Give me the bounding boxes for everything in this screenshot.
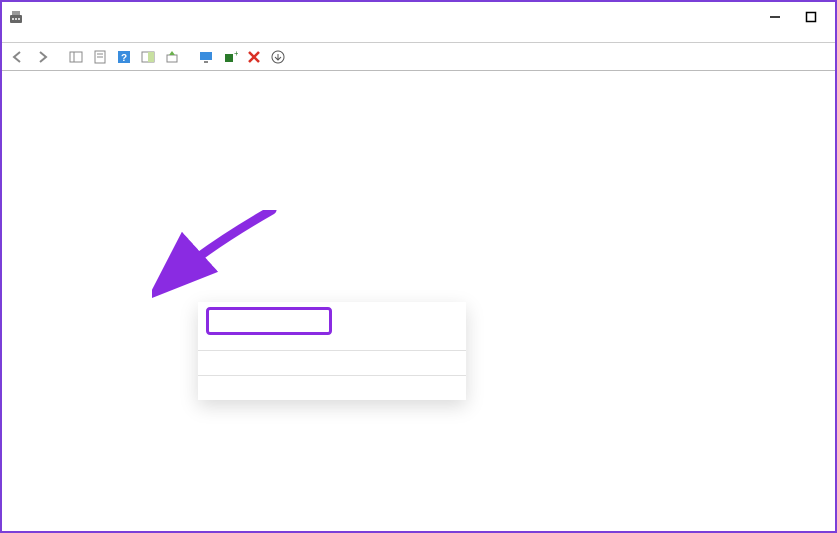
toolbar: ? + bbox=[2, 43, 835, 71]
properties-button[interactable] bbox=[90, 47, 110, 67]
menu-bar bbox=[2, 32, 835, 43]
action-button[interactable] bbox=[138, 47, 158, 67]
show-hide-tree-button[interactable] bbox=[66, 47, 86, 67]
maximize-button[interactable] bbox=[793, 3, 829, 31]
remove-button[interactable] bbox=[244, 47, 264, 67]
context-separator bbox=[198, 375, 466, 376]
forward-button[interactable] bbox=[32, 47, 52, 67]
back-button[interactable] bbox=[8, 47, 28, 67]
context-update-driver[interactable] bbox=[198, 308, 466, 320]
context-menu bbox=[198, 302, 466, 400]
context-uninstall-device[interactable] bbox=[198, 332, 466, 344]
monitor-icon-button[interactable] bbox=[196, 47, 216, 67]
help-button[interactable]: ? bbox=[114, 47, 134, 67]
minimize-button[interactable] bbox=[757, 3, 793, 31]
context-separator bbox=[198, 350, 466, 351]
down-arrow-button[interactable] bbox=[268, 47, 288, 67]
svg-text:+: + bbox=[234, 49, 238, 58]
add-hardware-button[interactable]: + bbox=[220, 47, 240, 67]
device-tree bbox=[2, 71, 835, 87]
svg-text:?: ? bbox=[121, 53, 127, 64]
app-icon bbox=[8, 9, 24, 25]
titlebar bbox=[2, 2, 835, 32]
annotation-arrow bbox=[152, 210, 292, 300]
context-properties[interactable] bbox=[198, 382, 466, 394]
context-disable-device[interactable] bbox=[198, 320, 466, 332]
scan-hardware-button[interactable] bbox=[162, 47, 182, 67]
context-scan-hardware[interactable] bbox=[198, 357, 466, 369]
